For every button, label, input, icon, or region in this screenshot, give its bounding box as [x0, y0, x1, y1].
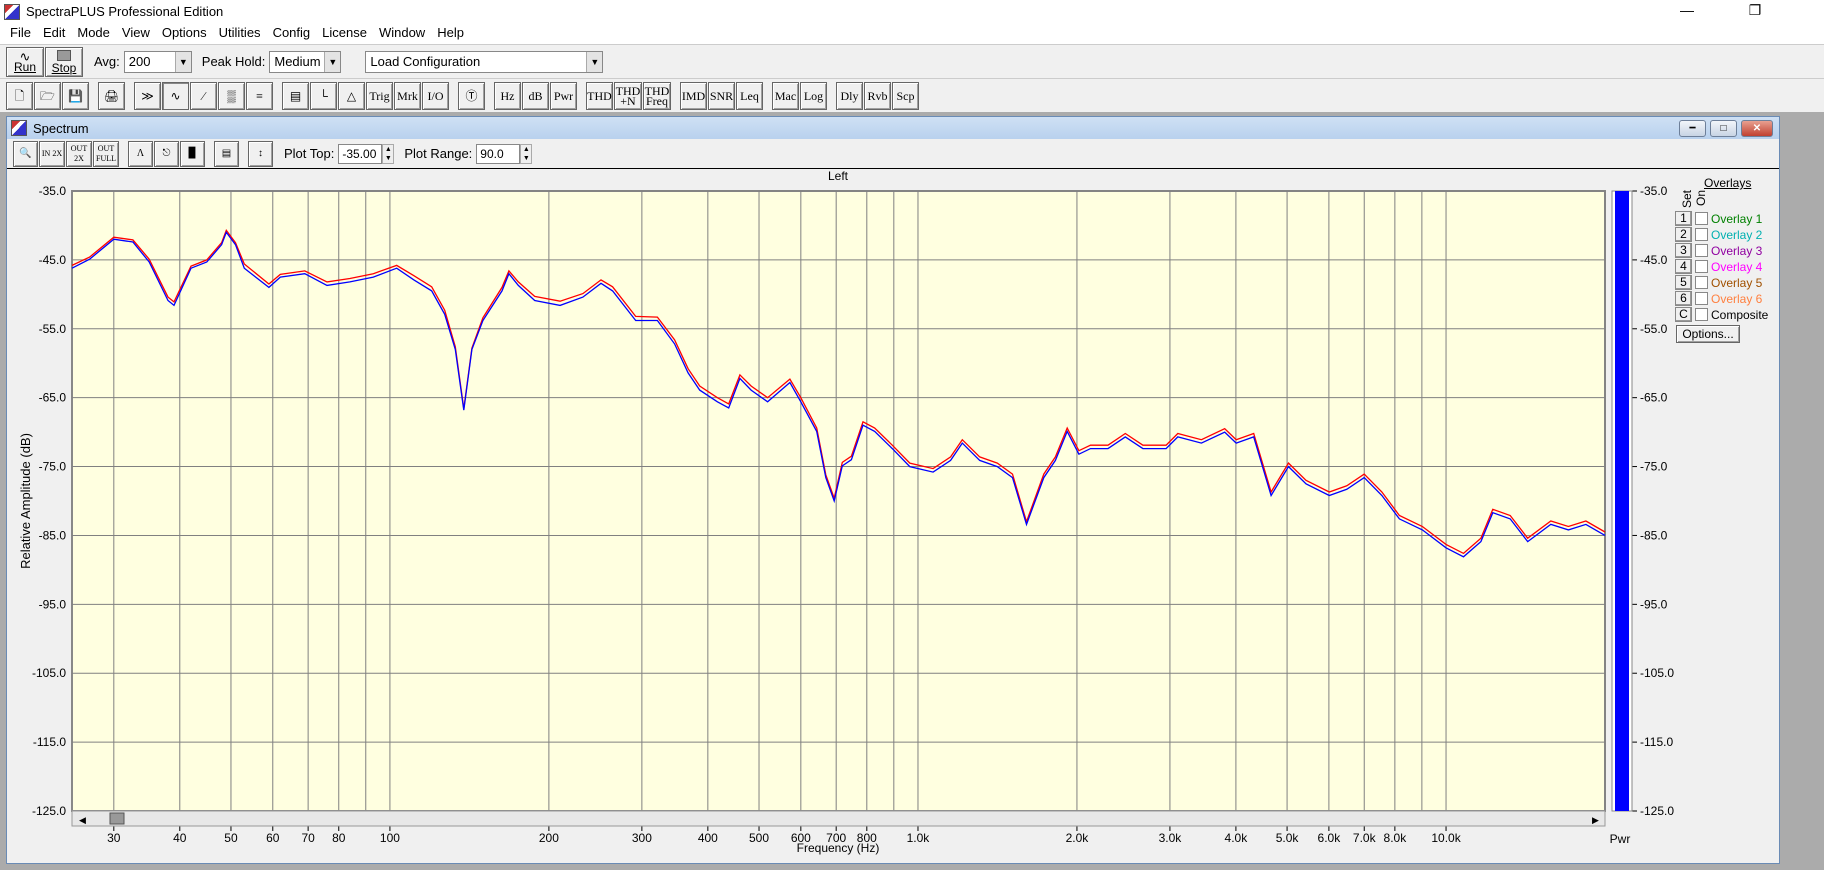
overlay-set-button[interactable]: 1 — [1675, 211, 1692, 226]
pwr-tick-label: -95.0 — [1640, 597, 1668, 611]
overlay-label: Overlay 5 — [1711, 275, 1763, 290]
overlay-row: 1 Overlay 1 — [1675, 211, 1762, 226]
overlay-row: 4 Overlay 4 — [1675, 259, 1762, 274]
overlay-checkbox[interactable] — [1695, 276, 1708, 289]
x-tick-label: 7.0k — [1353, 831, 1377, 845]
overlay-checkbox[interactable] — [1695, 308, 1708, 321]
x-tick-label: 300 — [632, 831, 652, 845]
x-tick-label: 800 — [857, 831, 877, 845]
pwr-tick-label: -55.0 — [1640, 322, 1668, 336]
overlay-label: Overlay 4 — [1711, 259, 1763, 274]
overlay-set-button[interactable]: 5 — [1675, 275, 1692, 290]
x-tick-label: 40 — [173, 831, 187, 845]
pwr-label: Pwr — [1610, 832, 1631, 846]
spectrum-chart: Left Relative Amplitude (dB) Frequency (… — [18, 169, 1674, 855]
overlay-checkbox[interactable] — [1695, 260, 1708, 273]
overlay-checkbox[interactable] — [1695, 292, 1708, 305]
x-tick-label: 60 — [266, 831, 280, 845]
x-tick-label: 5.0k — [1276, 831, 1300, 845]
power-meter-fill — [1615, 191, 1629, 811]
x-tick-label: 3.0k — [1159, 831, 1183, 845]
x-tick-label: 600 — [791, 831, 811, 845]
scroll-right-icon[interactable]: ▶ — [1592, 815, 1599, 825]
overlays-title: Overlays — [1704, 176, 1752, 190]
y-tick-label: -125.0 — [32, 804, 66, 818]
overlay-set-button[interactable]: 6 — [1675, 291, 1692, 306]
x-tick-label: 2.0k — [1066, 831, 1090, 845]
overlay-label: Overlay 2 — [1711, 227, 1763, 242]
x-tick-label: 100 — [380, 831, 400, 845]
scrollbar-thumb[interactable] — [109, 812, 125, 825]
x-tick-label: 1.0k — [907, 831, 931, 845]
pwr-tick-label: -125.0 — [1640, 804, 1674, 818]
pwr-tick-label: -65.0 — [1640, 391, 1668, 405]
overlay-label: Overlay 1 — [1711, 211, 1763, 226]
overlay-label: Overlay 6 — [1711, 291, 1763, 306]
overlay-checkbox[interactable] — [1695, 212, 1708, 225]
pwr-tick-label: -115.0 — [1640, 735, 1673, 749]
overlay-label: Overlay 3 — [1711, 243, 1763, 258]
x-tick-label: 4.0k — [1225, 831, 1249, 845]
x-tick-label: 200 — [539, 831, 559, 845]
pwr-tick-label: -45.0 — [1640, 253, 1668, 267]
y-tick-label: -65.0 — [39, 391, 67, 405]
x-tick-label: 70 — [301, 831, 315, 845]
x-tick-label: 50 — [224, 831, 238, 845]
x-tick-label: 500 — [749, 831, 769, 845]
horizontal-scrollbar[interactable]: ◀ ▶ — [71, 810, 1606, 827]
overlay-set-button[interactable]: 4 — [1675, 259, 1692, 274]
set-column-label: Set — [1680, 189, 1694, 208]
pwr-tick-label: -105.0 — [1640, 666, 1674, 680]
overlay-set-button[interactable]: C — [1675, 307, 1692, 322]
on-column-label: On — [1694, 189, 1708, 206]
y-axis-label: Relative Amplitude (dB) — [18, 433, 33, 569]
y-tick-label: -105.0 — [32, 666, 66, 680]
y-tick-label: -35.0 — [39, 184, 67, 198]
overlay-row: 5 Overlay 5 — [1675, 275, 1762, 290]
overlay-label: Composite — [1711, 307, 1769, 322]
overlay-set-button[interactable]: 3 — [1675, 243, 1692, 258]
plot-area — [71, 190, 1606, 812]
y-tick-label: -45.0 — [39, 253, 67, 267]
scroll-left-icon[interactable]: ◀ — [79, 815, 86, 825]
x-tick-label: 10.0k — [1431, 831, 1461, 845]
x-tick-label: 400 — [698, 831, 718, 845]
overlay-checkbox[interactable] — [1695, 228, 1708, 241]
overlay-row: 6 Overlay 6 — [1675, 291, 1762, 306]
x-tick-label: 700 — [826, 831, 846, 845]
overlay-row: 3 Overlay 3 — [1675, 243, 1762, 258]
overlay-row: C Composite — [1675, 307, 1768, 322]
pwr-tick-label: -85.0 — [1640, 528, 1668, 542]
y-tick-label: -75.0 — [39, 460, 67, 474]
y-tick-label: -95.0 — [39, 597, 67, 611]
overlay-set-button[interactable]: 2 — [1675, 227, 1692, 242]
pwr-tick-label: -75.0 — [1640, 460, 1668, 474]
overlay-options-button[interactable]: Options... — [1676, 325, 1740, 343]
overlay-checkbox[interactable] — [1695, 244, 1708, 257]
pwr-tick-label: -35.0 — [1640, 184, 1668, 198]
x-tick-label: 80 — [332, 831, 346, 845]
overlay-row: 2 Overlay 2 — [1675, 227, 1762, 242]
y-tick-label: -55.0 — [39, 322, 67, 336]
x-tick-label: 8.0k — [1384, 831, 1408, 845]
chart-title: Left — [828, 169, 849, 183]
x-tick-label: 6.0k — [1318, 831, 1342, 845]
y-tick-label: -115.0 — [33, 735, 66, 749]
y-tick-label: -85.0 — [39, 528, 67, 542]
x-tick-label: 30 — [107, 831, 121, 845]
